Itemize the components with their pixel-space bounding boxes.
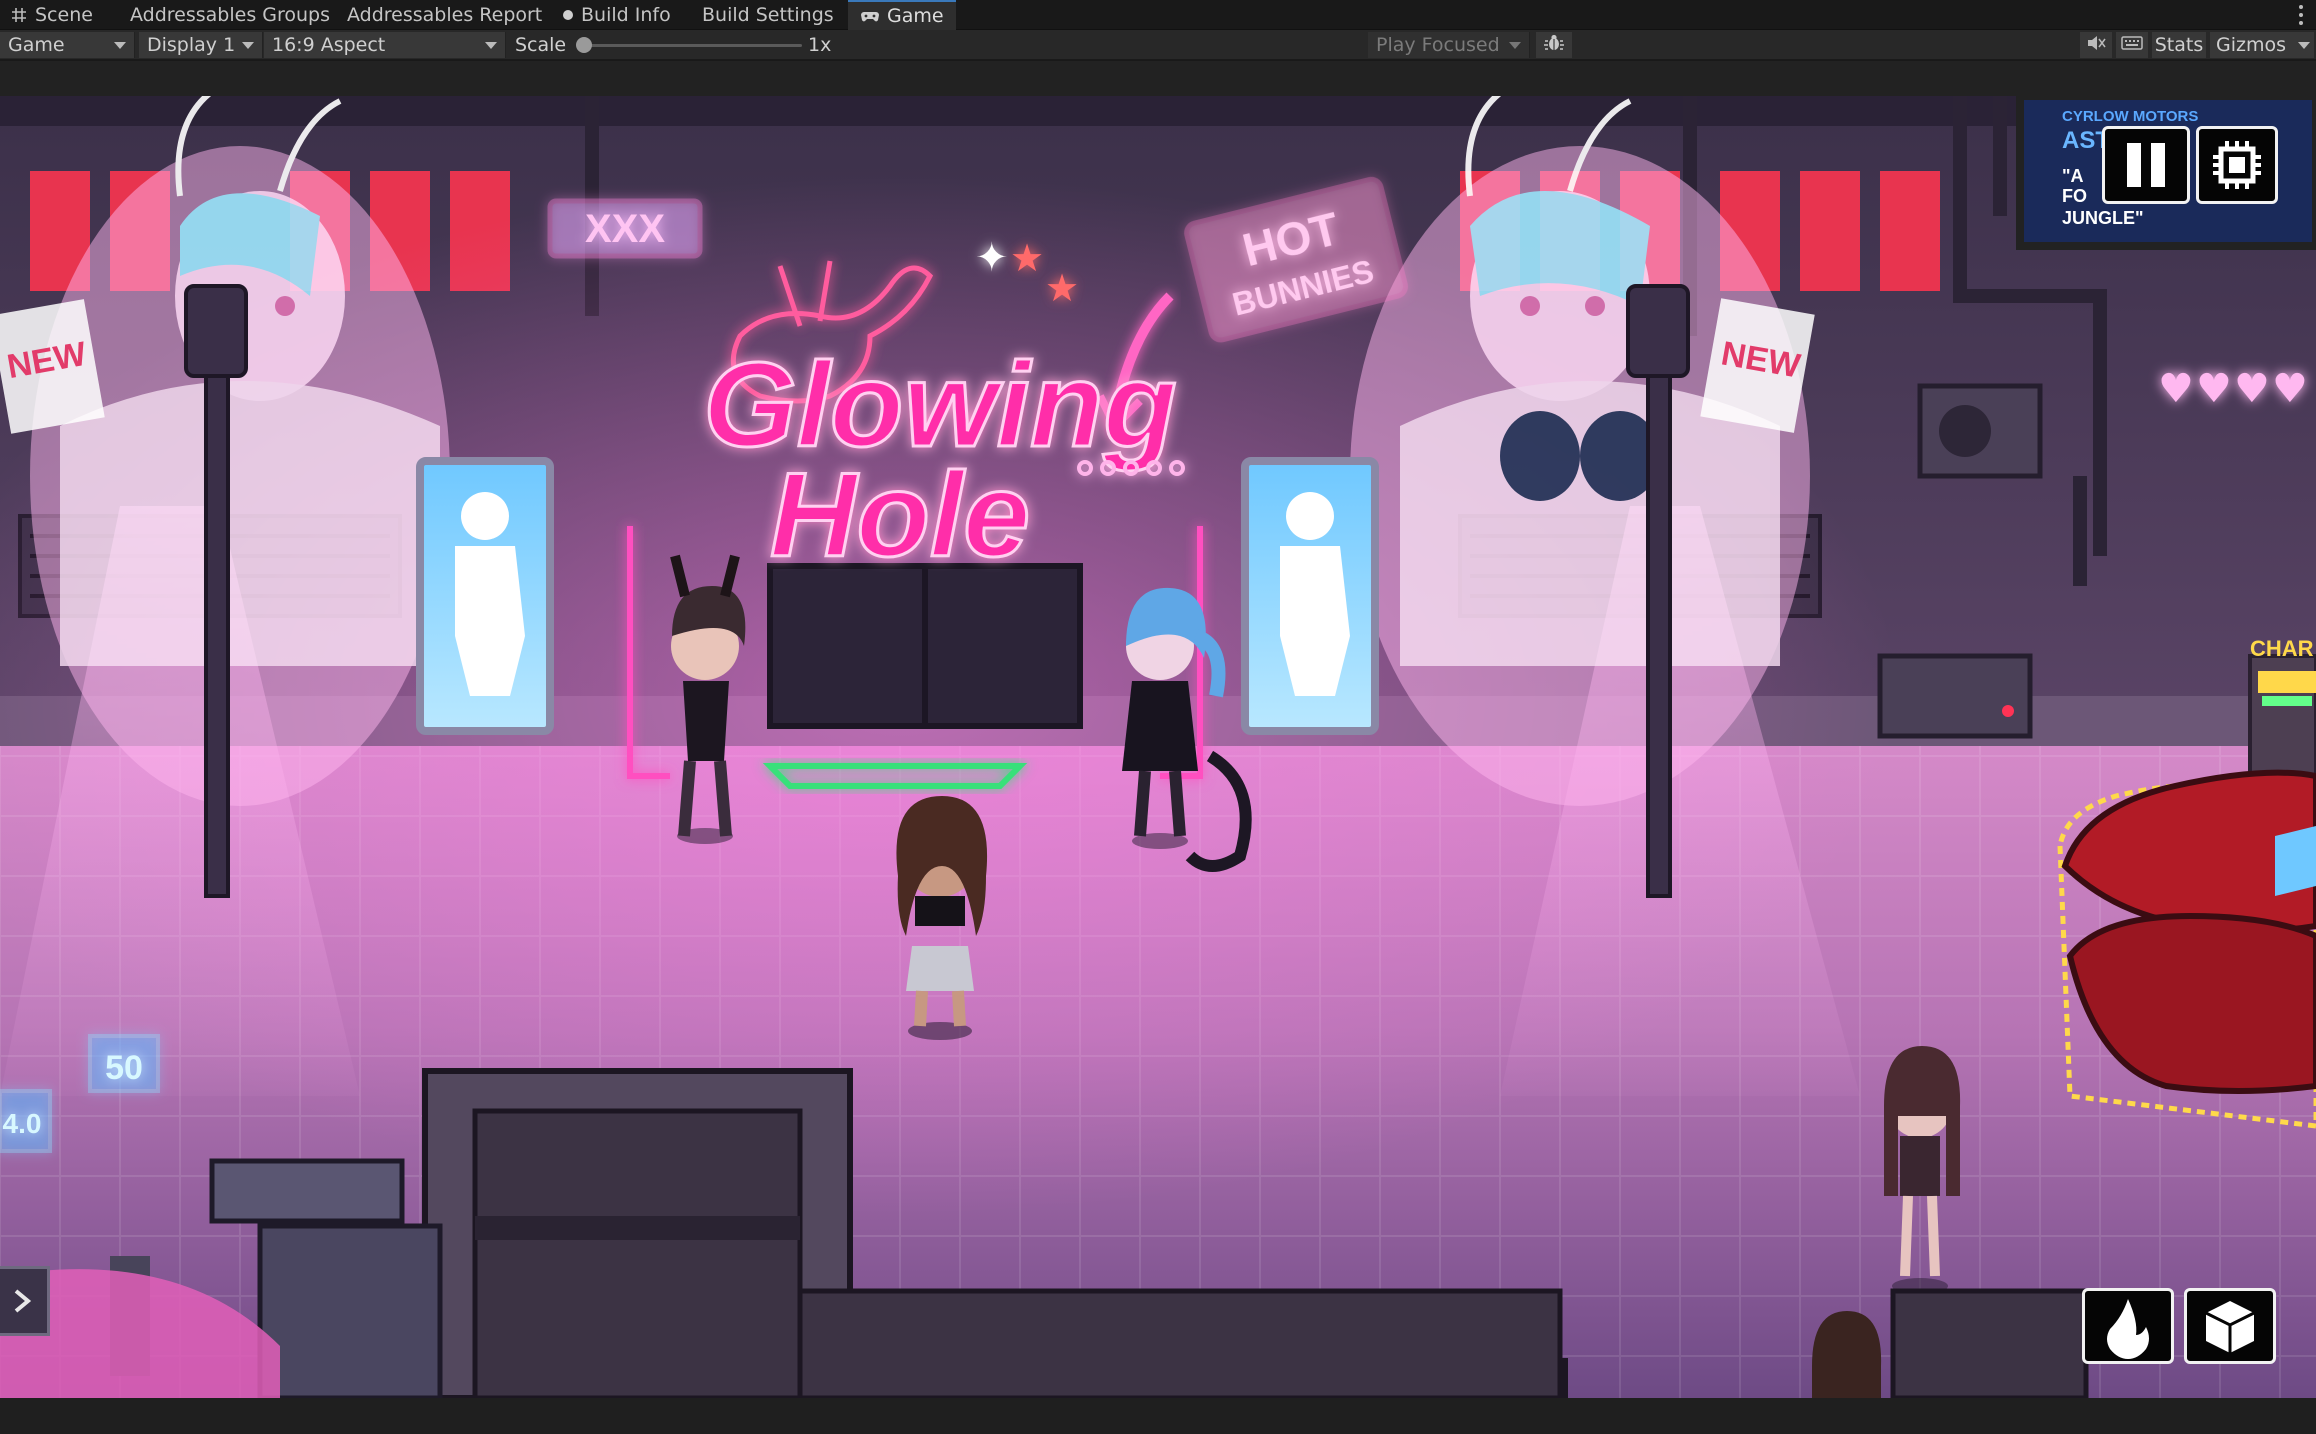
tab-addressables-report[interactable]: Addressables Report xyxy=(347,0,542,30)
tab-label: Build Settings xyxy=(702,4,834,26)
gizmos-label: Gizmos xyxy=(2216,34,2287,56)
fire-ability-button[interactable] xyxy=(2082,1288,2174,1364)
tab-addressables-groups[interactable]: Addressables Groups xyxy=(130,0,330,30)
svg-text:4.0: 4.0 xyxy=(3,1108,42,1139)
aspect-value: 16:9 Aspect xyxy=(272,34,386,56)
chip-settings-button[interactable] xyxy=(2196,126,2278,204)
svg-text:♥: ♥ xyxy=(2234,366,2270,412)
cube-icon xyxy=(2205,1301,2255,1353)
tab-label: Addressables Report xyxy=(347,4,543,26)
scale-slider-handle[interactable] xyxy=(576,37,592,53)
stats-label: Stats xyxy=(2154,34,2204,56)
star-icon: ★ xyxy=(1045,266,1079,310)
debug-bug-button[interactable] xyxy=(1536,32,1572,58)
hologram-price-40: 4.0 xyxy=(0,1089,52,1153)
chevron-down-icon xyxy=(114,42,126,49)
chevron-down-icon xyxy=(485,42,497,49)
inventory-box-button[interactable] xyxy=(2184,1288,2276,1364)
aspect-dropdown[interactable]: 16:9 Aspect xyxy=(264,32,506,58)
tab-build-info[interactable]: Build Info xyxy=(562,0,671,30)
gamepad-icon xyxy=(860,7,880,25)
play-mode-dropdown[interactable]: Play Focused xyxy=(1368,32,1530,58)
resolution-toggle-button[interactable] xyxy=(2116,32,2148,58)
neon-sign-xxx: XXX xyxy=(547,198,703,259)
play-mode-value: Play Focused xyxy=(1376,34,1500,56)
view-mode-dropdown[interactable]: Game xyxy=(0,32,135,58)
npc-bottom-girl xyxy=(1812,1311,1882,1398)
svg-text:♥: ♥ xyxy=(2196,366,2232,412)
side-panel-expand-button[interactable] xyxy=(0,1266,50,1336)
chevron-down-icon xyxy=(242,42,254,49)
view-mode-value: Game xyxy=(8,34,65,56)
more-options-icon[interactable] xyxy=(2294,2,2308,28)
mute-audio-button[interactable] xyxy=(2080,32,2112,58)
cpu-chip-icon xyxy=(2213,141,2261,189)
grid-icon xyxy=(10,6,28,24)
editor-bottom-bar xyxy=(0,1398,2316,1434)
display-dropdown[interactable]: Display 1 xyxy=(139,32,263,58)
chevron-right-icon xyxy=(14,1289,32,1313)
svg-text:CYRLOW MOTORS: CYRLOW MOTORS xyxy=(2062,108,2198,125)
display-tube-left xyxy=(416,457,554,735)
svg-text:♥: ♥ xyxy=(2272,366,2308,412)
svg-text:XXX: XXX xyxy=(585,207,665,251)
svg-text:CHAR: CHAR xyxy=(2250,636,2314,661)
tab-label: Game xyxy=(887,5,944,27)
flame-icon xyxy=(2107,1299,2149,1359)
game-scene: NEW NEW XXX ✦ ★ ★ HOT BUNNIES Glowing Ho… xyxy=(0,96,2316,1398)
svg-text:JUNGLE": JUNGLE" xyxy=(2062,208,2144,228)
svg-text:Hole: Hole xyxy=(770,448,1030,582)
pause-icon xyxy=(2127,143,2165,187)
chevron-down-icon xyxy=(1509,42,1521,49)
pause-button[interactable] xyxy=(2102,126,2190,204)
tab-scene[interactable]: Scene xyxy=(10,0,93,30)
tab-label: Addressables Groups xyxy=(130,4,331,26)
dot-icon xyxy=(562,6,574,24)
gizmos-dropdown[interactable]: Gizmos xyxy=(2210,32,2314,58)
svg-text:"A: "A xyxy=(2062,166,2084,186)
speaker-mute-icon xyxy=(2086,34,2106,57)
tab-label: Build Info xyxy=(581,4,671,26)
game-view-toolbar: Game Display 1 16:9 Aspect Scale 1x Play… xyxy=(0,30,2316,60)
game-viewport[interactable]: NEW NEW XXX ✦ ★ ★ HOT BUNNIES Glowing Ho… xyxy=(0,96,2316,1398)
sparkle-icon: ✦ xyxy=(975,235,1009,281)
svg-text:FO: FO xyxy=(2062,186,2087,206)
keyboard-icon xyxy=(2121,34,2143,56)
chevron-down-icon xyxy=(2298,42,2310,49)
editor-tab-bar: Scene Addressables Groups Addressables R… xyxy=(0,0,2316,30)
tab-label: Scene xyxy=(35,4,93,26)
scale-slider-track[interactable] xyxy=(582,44,802,47)
display-value: Display 1 xyxy=(147,34,236,56)
scale-label: Scale xyxy=(515,34,567,56)
tab-build-settings[interactable]: Build Settings xyxy=(702,0,834,30)
stats-button[interactable]: Stats xyxy=(2152,32,2206,58)
svg-text:♥: ♥ xyxy=(2158,366,2194,412)
bug-icon xyxy=(1543,33,1565,58)
star-icon: ★ xyxy=(1010,236,1044,280)
charging-station: CHAR xyxy=(2248,636,2316,778)
display-tube-right xyxy=(1241,457,1379,735)
tab-game[interactable]: Game xyxy=(848,0,956,30)
hologram-price-50: 50 xyxy=(88,1034,160,1093)
scale-value: 1x xyxy=(808,34,832,56)
svg-text:50: 50 xyxy=(105,1049,143,1087)
